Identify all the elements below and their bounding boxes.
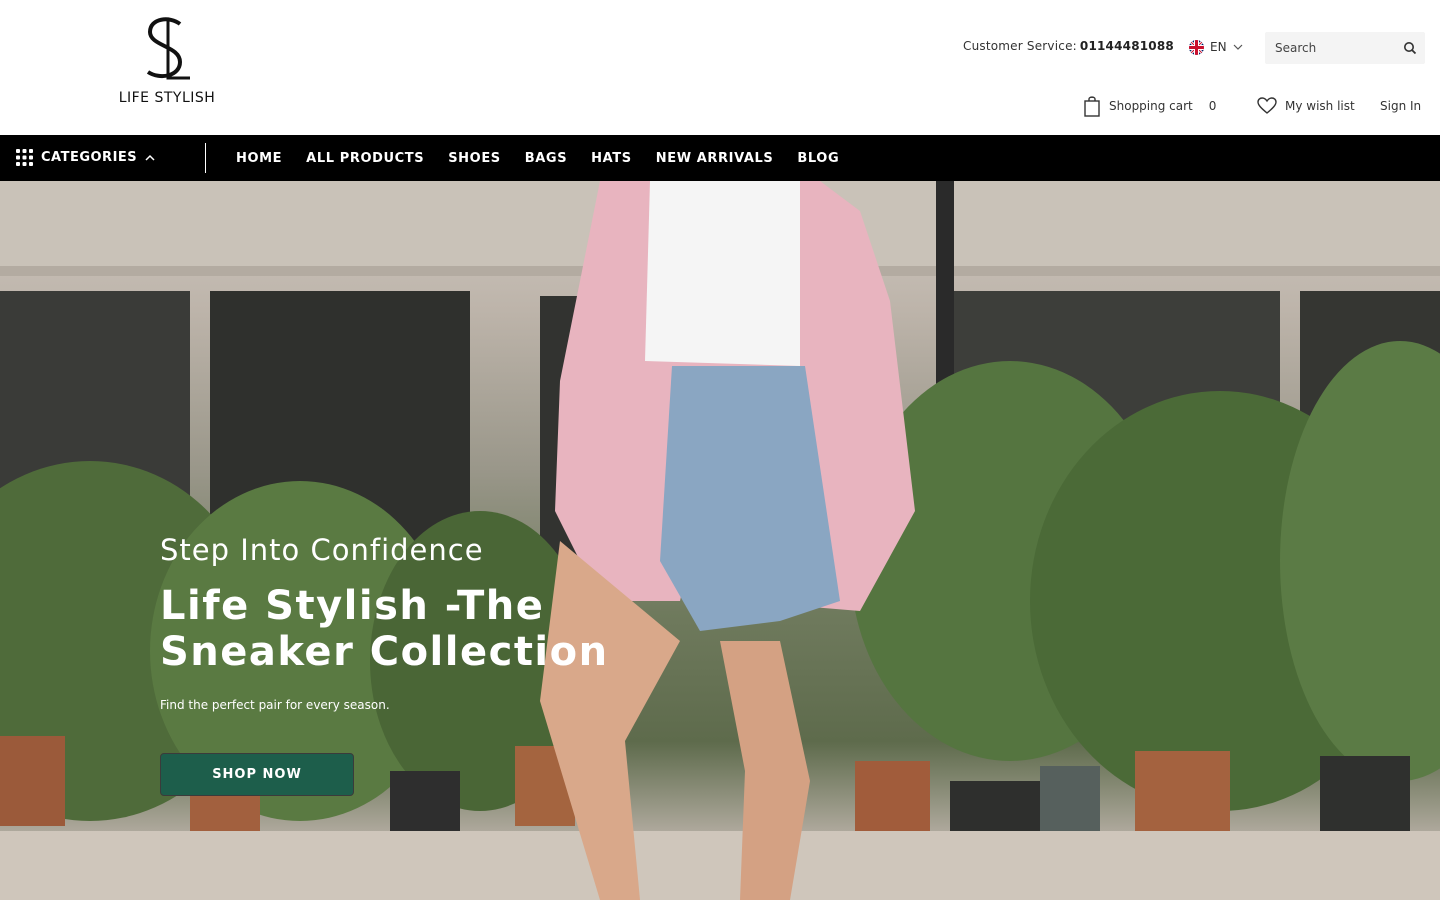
hero-banner: Step Into Confidence Life Stylish -The S…: [0, 181, 1440, 900]
search-box: [1265, 32, 1425, 64]
chevron-up-icon: [145, 154, 155, 161]
customer-service-phone[interactable]: 01144481088: [1080, 39, 1174, 53]
wishlist-label: My wish list: [1285, 99, 1355, 113]
search-icon[interactable]: [1403, 41, 1417, 55]
logo-monogram-icon: [146, 17, 190, 80]
nav-item-all-products[interactable]: ALL PRODUCTS: [306, 151, 424, 166]
shopping-cart[interactable]: Shopping cart 0: [1083, 95, 1216, 117]
heart-icon: [1257, 97, 1277, 114]
shopping-bag-icon: [1084, 96, 1100, 117]
nav-item-new-arrivals[interactable]: NEW ARRIVALS: [656, 151, 774, 166]
logo[interactable]: LIFE STYLISH: [112, 16, 222, 112]
hero-title: Life Stylish -The Sneaker Collection: [160, 583, 609, 675]
customer-service: Customer Service: 01144481088: [963, 39, 1174, 53]
nav-item-bags[interactable]: BAGS: [525, 151, 567, 166]
chevron-down-icon: [1233, 44, 1242, 50]
categories-toggle[interactable]: CATEGORIES: [16, 149, 155, 166]
hero-subtitle: Step Into Confidence: [160, 533, 484, 567]
customer-service-label: Customer Service:: [963, 39, 1077, 53]
wishlist-link[interactable]: My wish list: [1257, 97, 1355, 115]
nav-menu: HOME ALL PRODUCTS SHOES BAGS HATS NEW AR…: [236, 135, 839, 181]
signin-link[interactable]: Sign In: [1380, 99, 1421, 113]
nav-item-hats[interactable]: HATS: [591, 151, 632, 166]
nav-item-blog[interactable]: BLOG: [797, 151, 839, 166]
uk-flag-icon: [1189, 39, 1204, 55]
grid-icon: [16, 149, 33, 166]
cart-count: 0: [1208, 99, 1217, 113]
logo-text: LIFE STYLISH: [118, 90, 216, 106]
hero-description: Find the perfect pair for every season.: [160, 698, 390, 712]
search-input[interactable]: [1265, 32, 1395, 64]
site-header: LIFE STYLISH Customer Service: 0114448108…: [0, 0, 1440, 135]
categories-label: CATEGORIES: [41, 150, 138, 165]
nav-item-home[interactable]: HOME: [236, 151, 282, 166]
nav-item-shoes[interactable]: SHOES: [448, 151, 501, 166]
main-nav: CATEGORIES HOME ALL PRODUCTS SHOES BAGS …: [0, 135, 1440, 181]
nav-divider: [205, 143, 206, 173]
language-label: EN: [1210, 40, 1227, 54]
language-selector[interactable]: EN: [1189, 37, 1243, 57]
shop-now-button[interactable]: SHOP NOW: [160, 753, 354, 796]
cart-label: Shopping cart: [1109, 99, 1193, 113]
